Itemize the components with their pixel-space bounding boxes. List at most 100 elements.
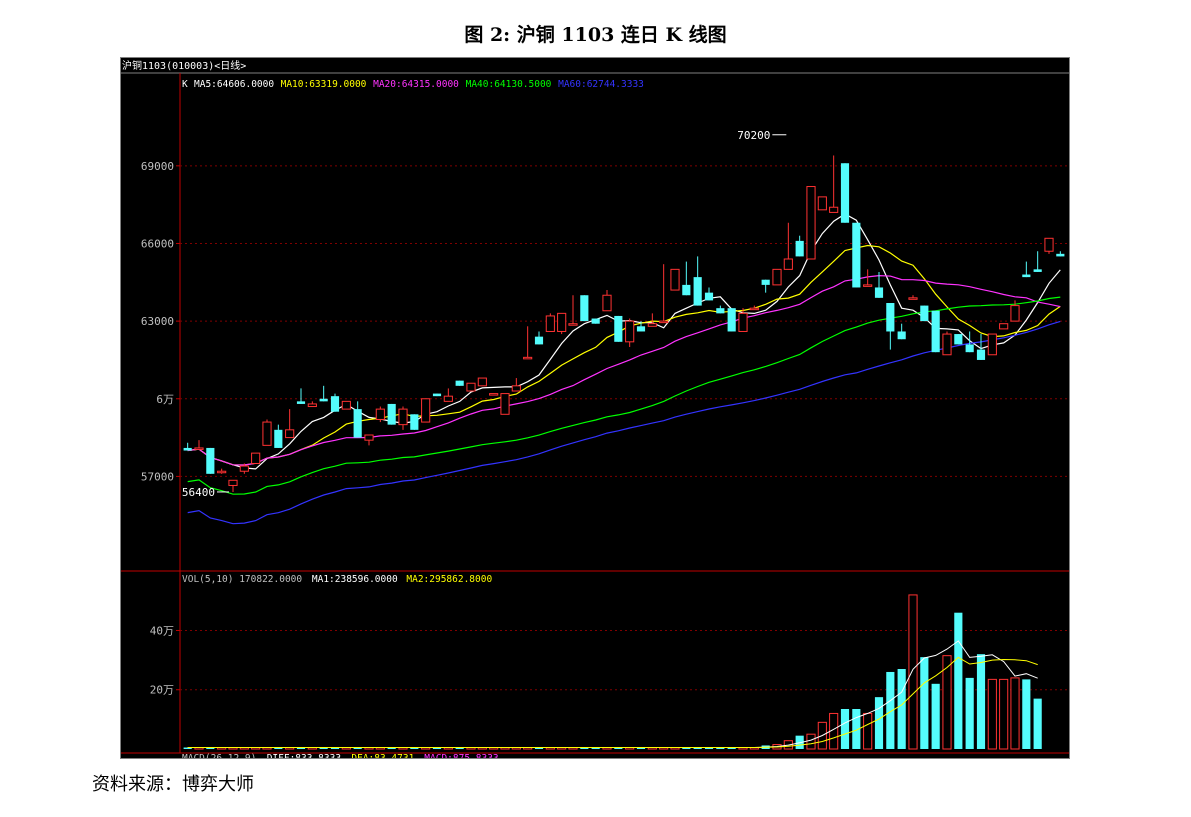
candle: [931, 310, 940, 353]
volume-legend: VOL(5,10) 170822.0000 MA1:238596.0000 MA2:…: [182, 574, 492, 585]
volume-bar: [987, 678, 997, 750]
candle-body: [285, 429, 295, 439]
candle-body: [625, 320, 635, 343]
candle: [999, 323, 1009, 330]
candle: [251, 452, 261, 464]
price-legend-item: MA60:62744.3333: [558, 79, 644, 90]
candle: [341, 400, 351, 410]
candle: [614, 315, 623, 342]
price-tick-label: 6万: [156, 393, 174, 406]
candle-body: [874, 287, 884, 298]
candle-body: [636, 326, 646, 332]
candle: [455, 380, 464, 386]
candle-body: [761, 279, 770, 285]
candle-body: [307, 403, 317, 408]
candle-body: [591, 318, 600, 324]
price-legend-item: MA40:64130.5000: [466, 79, 552, 90]
annotation-low-label: 56400: [182, 486, 215, 499]
candle-body: [829, 206, 839, 213]
candle-body: [296, 401, 306, 404]
candle-body: [659, 320, 669, 324]
candle-body: [783, 258, 793, 270]
annotation-high-label: 70200: [737, 129, 770, 142]
candle-body: [795, 240, 804, 257]
candle-body: [863, 284, 873, 287]
candle-body: [942, 333, 952, 356]
price-tick-label: 63000: [141, 315, 174, 328]
candle: [670, 268, 680, 291]
candle: [466, 382, 476, 392]
candle-body: [749, 307, 759, 311]
candle: [262, 419, 272, 446]
volume-bar: [931, 683, 940, 749]
candle-body: [375, 408, 385, 420]
candle: [489, 393, 499, 396]
candle-body: [443, 395, 453, 402]
candle-body: [693, 277, 702, 306]
candle-body: [1056, 253, 1065, 257]
candle: [920, 305, 929, 322]
candle: [852, 222, 861, 288]
price-legend-label: K: [182, 79, 188, 90]
price-legend-item: MA5:64606.0000: [194, 79, 274, 90]
candle-body: [398, 408, 408, 426]
volume-tick-label: 20万: [150, 684, 174, 697]
candle: [987, 333, 997, 356]
volume-bar: [954, 612, 963, 749]
volume-bar: [976, 654, 986, 749]
candle-body: [806, 186, 816, 260]
candle: [772, 268, 782, 286]
candle-body: [965, 344, 974, 353]
candle: [727, 308, 736, 332]
figure-title: 图 2: 沪铜 1103 连日 K 线图: [464, 24, 727, 46]
candle-body: [557, 312, 567, 332]
candle-body: [319, 398, 328, 402]
candle: [840, 163, 850, 223]
candle-body: [738, 312, 748, 332]
candle-body: [206, 447, 215, 474]
candle-body: [647, 323, 657, 327]
volume-legend-item: MA1:238596.0000: [312, 574, 398, 585]
candle-body: [614, 315, 623, 342]
chart-background: [120, 57, 1070, 759]
candle-body: [580, 295, 589, 322]
price-tick-label: 66000: [141, 237, 174, 250]
candle: [557, 312, 567, 335]
volume-bar: [920, 657, 929, 749]
candle-body: [330, 396, 340, 412]
candle-body: [602, 294, 612, 312]
source-note: 资料来源：博弈大师: [92, 774, 254, 795]
candle-body: [262, 421, 272, 446]
chart-canvas: 沪铜1103(010003)<日线> 57000 6万 63000 66000 6900…: [120, 57, 1070, 764]
candle-body: [1033, 269, 1042, 272]
candle-body: [931, 310, 940, 353]
candle-body: [568, 323, 578, 326]
candle: [954, 334, 963, 345]
volume-bar: [863, 712, 873, 750]
candle-body: [772, 268, 782, 286]
candle-body: [897, 331, 906, 340]
price-tick-label: 69000: [141, 160, 174, 173]
candle-body: [704, 292, 714, 301]
candle-body: [852, 222, 861, 288]
candle-body: [534, 336, 544, 345]
candle: [410, 414, 419, 430]
candle-body: [489, 393, 499, 396]
candle-body: [908, 297, 918, 300]
candle-body: [716, 308, 725, 314]
candle: [206, 447, 215, 474]
candle-body: [999, 323, 1009, 330]
candle-body: [364, 434, 374, 441]
candle-body: [817, 196, 827, 211]
candle-body: [239, 465, 249, 472]
candle-body: [341, 400, 351, 410]
candle: [591, 318, 600, 324]
candle: [942, 331, 952, 356]
candle-body: [455, 380, 464, 386]
candle-body: [421, 398, 431, 423]
volume-bar: [806, 733, 816, 750]
candle-body: [727, 308, 736, 332]
price-legend-item: MA10:63319.0000: [281, 79, 367, 90]
candle-body: [920, 305, 929, 322]
candle-body: [387, 403, 396, 425]
